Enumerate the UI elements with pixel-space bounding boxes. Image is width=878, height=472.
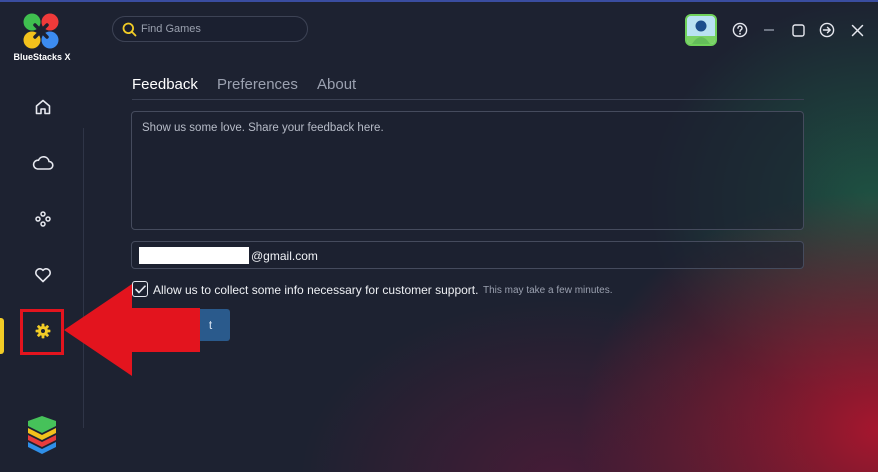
tab-preferences[interactable]: Preferences [217,76,298,93]
exit-icon [819,22,835,38]
minimize-button[interactable] [757,18,781,42]
sidebar-item-favorites[interactable] [26,258,60,292]
close-icon [851,24,863,36]
help-icon [732,22,748,38]
maximize-button[interactable] [786,18,810,42]
close-button[interactable] [845,18,869,42]
minimize-icon [764,29,774,31]
sidebar-item-home[interactable] [26,90,60,124]
feedback-textarea[interactable] [142,122,793,219]
email-redaction [139,247,249,264]
tabs-divider [132,99,804,100]
feedback-field[interactable] [131,111,804,230]
app-name: BlueStacks X [13,52,71,62]
heart-icon [35,268,51,283]
cloud-icon [32,156,54,170]
maximize-icon [791,23,805,37]
sidebar-item-cloud[interactable] [26,146,60,180]
bluestacks-x-logo[interactable] [22,12,60,50]
search-bar[interactable] [112,16,308,42]
search-icon [122,22,137,37]
tab-feedback[interactable]: Feedback [132,76,198,93]
home-icon [35,99,51,115]
red-arrow-annotation [64,284,200,376]
sidebar: BlueStacks X [0,0,84,472]
email-domain: @gmail.com [251,249,318,263]
bluestacks-app-player-icon[interactable] [24,416,60,456]
submit-label: t [208,318,213,332]
avatar[interactable] [685,14,717,46]
tab-about[interactable]: About [317,76,356,93]
sidebar-divider [83,128,84,428]
email-field[interactable]: @gmail.com [131,241,804,269]
avatar-image [687,16,715,44]
active-indicator [0,318,4,354]
window-top-border [0,0,878,2]
consent-note: This may take a few minutes. [483,285,613,296]
sidebar-item-games[interactable] [26,202,60,236]
help-button[interactable] [728,18,752,42]
exit-button[interactable] [815,18,839,42]
settings-highlight-box [20,309,64,355]
gamepad-icon [35,211,51,227]
search-input[interactable] [141,23,301,35]
